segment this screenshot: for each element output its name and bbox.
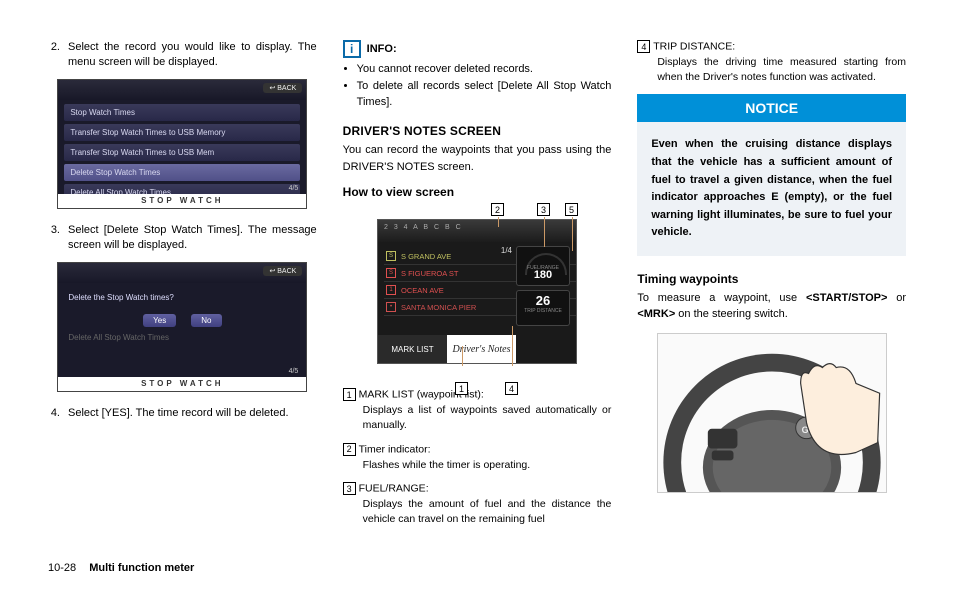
subheading: How to view screen bbox=[343, 185, 612, 199]
back-button: ↩ BACK bbox=[263, 83, 302, 93]
screen-footer: STOP WATCH bbox=[58, 194, 306, 208]
fuel-gauge: FUEL/RANGE 180 bbox=[516, 246, 570, 286]
callout-4: 4 bbox=[505, 382, 518, 395]
menu-item: Transfer Stop Watch Times to USB Memory bbox=[64, 124, 300, 141]
page-number: 10-28 bbox=[48, 562, 76, 574]
page-counter: 1/4 bbox=[501, 246, 512, 255]
screen-footer: STOP WATCH bbox=[58, 377, 306, 391]
scale-row: 2 3 4 A B C B C bbox=[378, 220, 576, 242]
step-3: 3. Select [Delete Stop Watch Times]. The… bbox=[48, 223, 317, 254]
step-text: Select [Delete Stop Watch Times]. The me… bbox=[68, 223, 317, 254]
yes-button: Yes bbox=[143, 314, 176, 327]
info-heading: i INFO: bbox=[343, 40, 612, 58]
info-bullet: To delete all records select [Delete All… bbox=[357, 79, 612, 110]
info-bullet-list: You cannot recover deleted records. To d… bbox=[357, 62, 612, 110]
notice-heading: NOTICE bbox=[637, 94, 906, 122]
definition-1: 1 MARK LIST (waypoint list): Displays a … bbox=[343, 388, 612, 432]
footer-section: Multi function meter bbox=[89, 562, 194, 574]
section-heading: DRIVER'S NOTES SCREEN bbox=[343, 124, 612, 138]
info-icon: i bbox=[343, 40, 361, 58]
paginator: 4/5 bbox=[289, 185, 299, 192]
step-number: 2. bbox=[48, 40, 68, 71]
definition-2: 2 Timer indicator: Flashes while the tim… bbox=[343, 443, 612, 473]
definition-3: 3 FUEL/RANGE: Displays the amount of fue… bbox=[343, 482, 612, 526]
section-paragraph: You can record the waypoints that you pa… bbox=[343, 142, 612, 175]
dialog-buttons: Yes No bbox=[58, 314, 306, 327]
drivers-notes-title: Driver's Notes bbox=[447, 335, 516, 363]
subheading-timing: Timing waypoints bbox=[637, 272, 906, 286]
definition-4: 4 TRIP DISTANCE: Displays the driving ti… bbox=[637, 40, 906, 84]
step-number: 3. bbox=[48, 223, 68, 254]
menu-item-selected: Delete Stop Watch Times bbox=[64, 164, 300, 181]
dialog-question: Delete the Stop Watch times? bbox=[58, 283, 306, 308]
menu-list: Stop Watch Times Transfer Stop Watch Tim… bbox=[58, 100, 306, 201]
menu-item: Stop Watch Times bbox=[64, 104, 300, 121]
paginator: 4/5 bbox=[289, 368, 299, 375]
callout-2: 2 bbox=[491, 203, 504, 216]
page-footer: 10-28 Multi function meter bbox=[48, 562, 194, 574]
screenshot-dialog: ↩ BACK Delete the Stop Watch times? Yes … bbox=[57, 262, 307, 392]
notice-body: Even when the cruising distance displays… bbox=[637, 122, 906, 256]
screenshot-menu: ↩ BACK Stop Watch Times Transfer Stop Wa… bbox=[57, 79, 307, 209]
step-text: Select the record you would like to disp… bbox=[68, 40, 317, 71]
back-button: ↩ BACK bbox=[263, 266, 302, 276]
marklist-label: MARK LIST bbox=[378, 335, 447, 363]
timing-paragraph: To measure a waypoint, use <START/STOP> … bbox=[637, 290, 906, 323]
callout-3: 3 bbox=[537, 203, 550, 216]
screenshot-drivers-notes: 2 3 4 A B C B C 1/4 SS GRAND AVE SS FIGU… bbox=[377, 219, 577, 364]
step-2: 2. Select the record you would like to d… bbox=[48, 40, 317, 71]
callout-5: 5 bbox=[565, 203, 578, 216]
menu-item: Transfer Stop Watch Times to USB Mem bbox=[64, 144, 300, 161]
callout-definitions: 1 MARK LIST (waypoint list): Displays a … bbox=[343, 388, 612, 526]
info-bullet: You cannot recover deleted records. bbox=[357, 62, 612, 77]
callout-1: 1 bbox=[455, 382, 468, 395]
step-4: 4. Select [YES]. The time record will be… bbox=[48, 406, 317, 421]
greyed-option: Delete All Stop Watch Times bbox=[58, 327, 306, 348]
steering-wheel-illustration: GT bbox=[657, 333, 887, 493]
trip-distance-box: 26 TRIP DISTANCE bbox=[516, 290, 570, 326]
step-number: 4. bbox=[48, 406, 68, 421]
step-text: Select [YES]. The time record will be de… bbox=[68, 406, 317, 421]
no-button: No bbox=[191, 314, 221, 327]
info-label: INFO: bbox=[367, 43, 397, 55]
